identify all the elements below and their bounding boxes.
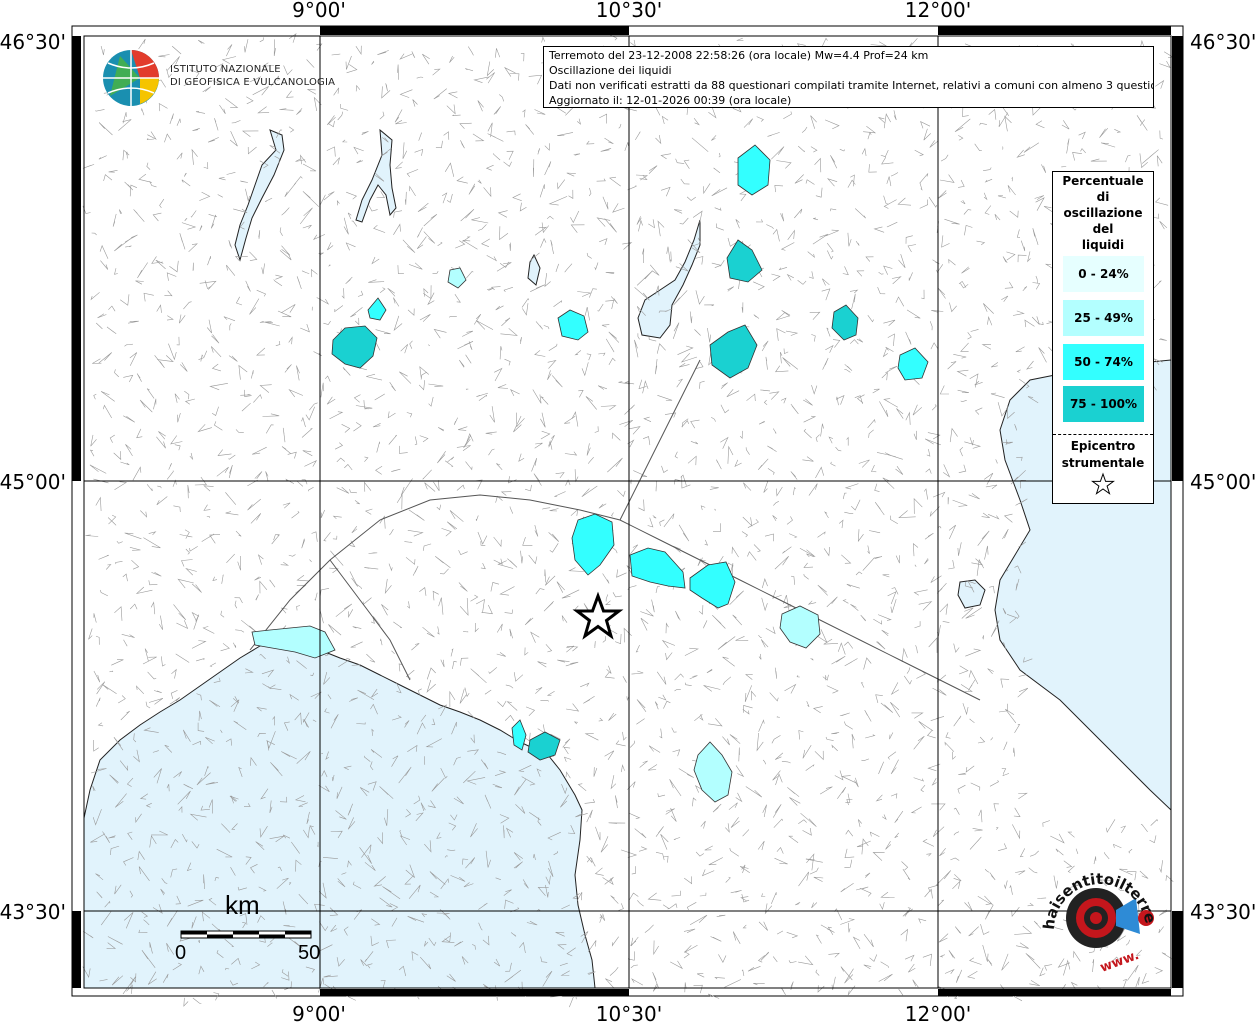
event-info-line2: Oscillazione dei liquidi [549,64,672,77]
legend-class-75-100: 75 - 100% [1063,386,1144,422]
legend-class-0-24: 0 - 24% [1063,256,1144,292]
legend-title: Percentuale di oscillazione del liquidi [1053,172,1153,253]
municipality-boundary-segment [192,997,202,1004]
scale-start: 0 [175,942,187,964]
ingv-name-line1: ISTITUTO NAZIONALE [170,64,281,75]
event-info-line1: Terremoto del 23-12-2008 22:58:26 (ora l… [549,49,929,62]
lon-tick-top-2: 10°30' [596,0,662,22]
scale-bar: km 0 50 [175,890,325,980]
lat-tick-left-2: 45°00' [0,470,66,494]
legend-separator [1053,434,1153,435]
lon-tick-top-3: 12°00' [905,0,971,22]
legend-class-25-49: 25 - 49% [1063,300,1144,336]
scale-unit: km [225,890,260,920]
scale-ruler [180,930,312,939]
legend-epicentre-line: strumentale [1061,456,1145,470]
legend-epicentre-line: Epicentro [1070,439,1136,453]
legend: Percentuale di oscillazione del liquidi … [1052,171,1154,504]
event-info-line4: Aggiornato il: 12-01-2026 00:39 (ora loc… [549,94,792,107]
target-speaker-icon: haisentitoilterremoto.it www. [1028,848,1159,976]
haisentito-www: www. [1098,948,1141,976]
municipality-boundary-segment [183,997,189,1007]
lat-tick-left-1: 46°30' [0,30,66,54]
star-icon [1091,472,1115,495]
lon-tick-bottom-1: 9°00' [292,1002,346,1024]
globe-icon [103,50,159,106]
lat-tick-right-1: 46°30' [1190,30,1255,54]
lat-tick-right-3: 43°30' [1190,900,1255,924]
legend-epicentre-label: Epicentro strumentale [1053,438,1153,472]
lon-tick-bottom-3: 12°00' [905,1002,971,1024]
event-info-box: Terremoto del 23-12-2008 22:58:26 (ora l… [543,46,1154,108]
legend-title-line: liquidi [1081,238,1125,252]
scale-end: 50 [298,942,321,964]
lat-tick-right-2: 45°00' [1190,470,1255,494]
lon-tick-bottom-2: 10°30' [596,1002,662,1024]
legend-title-line: Percentuale [1062,174,1144,188]
ingv-name: ISTITUTO NAZIONALE DI GEOFISICA E VULCAN… [170,63,335,89]
legend-title-line: di [1096,190,1110,204]
legend-class-50-74: 50 - 74% [1063,344,1144,380]
lat-tick-left-3: 43°30' [0,900,66,924]
legend-title-line: del [1092,222,1114,236]
lon-tick-top-1: 9°00' [292,0,346,22]
municipality-boundary-segment [825,675,827,681]
haisentito-logo: haisentitoilterremoto.it www. [1028,848,1166,982]
legend-title-line: oscillazione [1063,206,1143,220]
ingv-name-line2: DI GEOFISICA E VULCANOLOGIA [170,77,336,88]
event-info-line3: Dati non verificati estratti da 88 quest… [549,79,1154,92]
